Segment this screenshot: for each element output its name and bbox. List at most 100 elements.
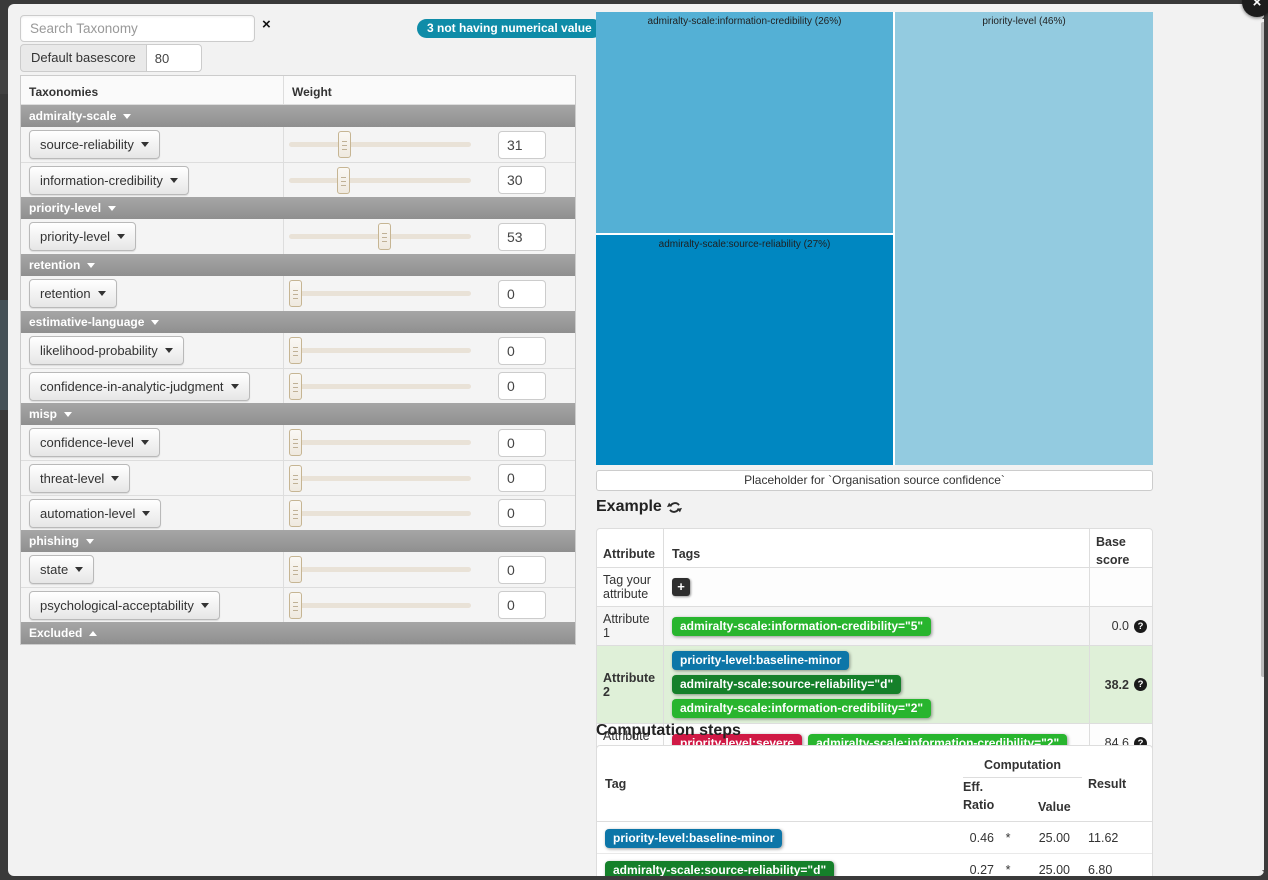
result-column-header: Result (1082, 746, 1152, 821)
weight-slider[interactable] (289, 499, 471, 528)
taxonomy-group-header-priority-level[interactable]: priority-level (21, 197, 575, 219)
taxonomy-group-header-admiralty-scale[interactable]: admiralty-scale (21, 105, 575, 127)
weight-value-input[interactable] (498, 280, 546, 308)
scrollbar-thumb[interactable] (1261, 22, 1264, 677)
taxonomy-dropdown-button[interactable]: priority-level (29, 222, 136, 251)
weight-slider[interactable] (289, 336, 471, 365)
weight-value-input[interactable] (498, 499, 546, 527)
taxonomies-column-header: Taxonomies (21, 76, 284, 104)
taxonomy-cell: retention (21, 276, 284, 311)
computation-tag-cell: admiralty-scale:source-reliability="d" (597, 863, 958, 877)
taxonomy-dropdown-button[interactable]: threat-level (29, 464, 130, 493)
scrollbar-down-arrow-icon[interactable] (1262, 870, 1264, 875)
taxonomy-dropdown-button[interactable]: information-credibility (29, 166, 189, 195)
weight-value-input[interactable] (498, 372, 546, 400)
slider-handle[interactable] (289, 592, 302, 619)
weight-value-input[interactable] (498, 337, 546, 365)
weight-cell (284, 552, 575, 587)
question-icon[interactable]: ? (1134, 620, 1147, 633)
base-score-value: 0.0 (1112, 619, 1129, 633)
slider-handle[interactable] (337, 167, 350, 194)
search-input[interactable] (20, 15, 255, 42)
weight-slider[interactable] (289, 591, 471, 620)
weight-slider[interactable] (289, 464, 471, 493)
weight-value-input[interactable] (498, 464, 546, 492)
taxonomy-group-label: admiralty-scale (29, 109, 116, 123)
vertical-scrollbar[interactable] (1260, 8, 1264, 876)
taxonomy-dropdown-button[interactable]: state (29, 555, 94, 584)
taxonomy-dropdown-button[interactable]: likelihood-probability (29, 336, 184, 365)
chevron-down-icon (142, 511, 150, 516)
weight-value-input[interactable] (498, 591, 546, 619)
slider-track (289, 348, 471, 353)
taxonomy-group-label: misp (29, 407, 57, 421)
weight-slider[interactable] (289, 166, 471, 195)
taxonomy-tag: priority-level:baseline-minor (672, 651, 849, 670)
taxonomy-dropdown-label: confidence-in-analytic-judgment (40, 379, 224, 394)
taxonomy-tag: admiralty-scale:information-credibility=… (672, 699, 931, 718)
weight-cell (284, 276, 575, 311)
taxonomy-cell: state (21, 552, 284, 587)
taxonomy-dropdown-button[interactable]: retention (29, 279, 117, 308)
clear-search-icon[interactable]: × (262, 17, 271, 32)
taxonomy-group-label: retention (29, 258, 80, 272)
weight-slider[interactable] (289, 428, 471, 457)
weight-slider[interactable] (289, 555, 471, 584)
weight-value-input[interactable] (498, 556, 546, 584)
slider-handle[interactable] (289, 556, 302, 583)
weight-slider[interactable] (289, 130, 471, 159)
taxonomy-weighting-modal: × 3 not having numerical value Default b… (8, 4, 1264, 876)
taxonomy-group-header-phishing[interactable]: phishing (21, 530, 575, 552)
weight-slider[interactable] (289, 372, 471, 401)
slider-handle[interactable] (289, 429, 302, 456)
chevron-down-icon (231, 384, 239, 389)
chevron-down-icon (64, 412, 72, 417)
slider-handle[interactable] (289, 373, 302, 400)
chevron-down-icon (141, 142, 149, 147)
slider-track (289, 142, 471, 147)
taxonomy-row: source-reliability (21, 127, 575, 162)
taxonomy-group-header-estimative-language[interactable]: estimative-language (21, 311, 575, 333)
slider-handle[interactable] (289, 337, 302, 364)
taxonomy-dropdown-button[interactable]: psychological-acceptability (29, 591, 220, 620)
taxonomy-dropdown-button[interactable]: confidence-in-analytic-judgment (29, 372, 250, 401)
weight-value-input[interactable] (498, 223, 546, 251)
slider-handle[interactable] (289, 465, 302, 492)
slider-handle[interactable] (289, 280, 302, 307)
taxonomy-cell: likelihood-probability (21, 333, 284, 368)
slider-handle[interactable] (338, 131, 351, 158)
attribute-column-header: Attribute (597, 529, 664, 567)
taxonomy-dropdown-button[interactable]: confidence-level (29, 428, 160, 457)
chevron-up-icon (89, 631, 97, 636)
taxonomy-dropdown-label: source-reliability (40, 137, 134, 152)
slider-track (289, 291, 471, 296)
taxonomy-table-header: Taxonomies Weight (21, 76, 575, 105)
taxonomy-dropdown-button[interactable]: automation-level (29, 499, 161, 528)
add-tag-button[interactable]: + (672, 578, 690, 596)
slider-track (289, 567, 471, 572)
weight-value-input[interactable] (498, 131, 546, 159)
weight-slider[interactable] (289, 279, 471, 308)
taxonomy-tag: admiralty-scale:information-credibility=… (672, 617, 931, 636)
example-tags-cell: + (664, 568, 1090, 606)
taxonomy-group-header-retention[interactable]: retention (21, 254, 575, 276)
computation-section-title: Computation steps (596, 722, 741, 740)
weight-value-input[interactable] (498, 429, 546, 457)
default-basescore-input[interactable] (146, 44, 202, 72)
slider-handle[interactable] (378, 223, 391, 250)
weight-slider[interactable] (289, 222, 471, 251)
weight-column-header: Weight (284, 76, 575, 104)
taxonomy-group-header-excluded[interactable]: Excluded (21, 622, 575, 644)
example-score-cell: 38.2? (1090, 646, 1152, 723)
refresh-icon[interactable] (667, 500, 682, 515)
example-row: Attribute 2priority-level:baseline-minor… (597, 645, 1152, 723)
slider-handle[interactable] (289, 500, 302, 527)
taxonomy-dropdown-button[interactable]: source-reliability (29, 130, 160, 159)
weight-cell (284, 425, 575, 460)
taxonomy-group-header-misp[interactable]: misp (21, 403, 575, 425)
question-icon[interactable]: ? (1134, 678, 1147, 691)
taxonomy-dropdown-label: retention (40, 286, 91, 301)
slider-track (289, 476, 471, 481)
taxonomy-weight-table: Taxonomies Weight admiralty-scale source-… (20, 75, 576, 645)
weight-value-input[interactable] (498, 166, 546, 194)
